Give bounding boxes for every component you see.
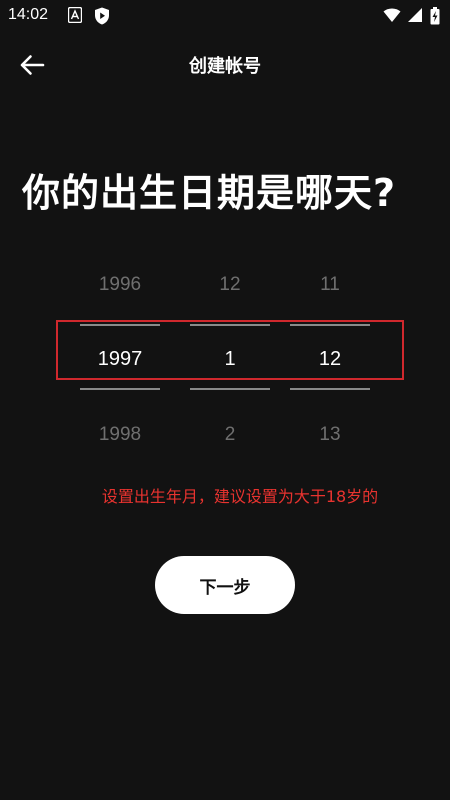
- a-notification-icon: [67, 6, 86, 25]
- page-title: 创建帐号: [189, 56, 261, 77]
- year-prev[interactable]: 1996: [80, 274, 160, 296]
- selection-highlight-box: [56, 320, 404, 380]
- birthdate-question: 你的出生日期是哪天?: [22, 171, 397, 215]
- age-hint: 设置出生年月，建议设置为大于18岁的: [101, 487, 379, 506]
- next-button[interactable]: 下一步: [155, 556, 295, 614]
- day-next[interactable]: 13: [290, 424, 370, 446]
- year-next[interactable]: 1998: [80, 424, 160, 446]
- shield-play-icon: [94, 7, 112, 25]
- day-prev[interactable]: 11: [290, 274, 370, 296]
- battery-charging-icon: [430, 7, 440, 25]
- month-next[interactable]: 2: [190, 424, 270, 446]
- year-line-bottom: [80, 388, 160, 390]
- wifi-icon: [383, 7, 401, 25]
- status-bar: 14:02: [0, 0, 450, 32]
- header: 创建帐号: [0, 40, 450, 90]
- day-line-bottom: [290, 388, 370, 390]
- month-prev[interactable]: 12: [190, 274, 270, 296]
- signal-icon: [407, 7, 425, 25]
- month-line-bottom: [190, 388, 270, 390]
- status-time: 14:02: [8, 6, 49, 23]
